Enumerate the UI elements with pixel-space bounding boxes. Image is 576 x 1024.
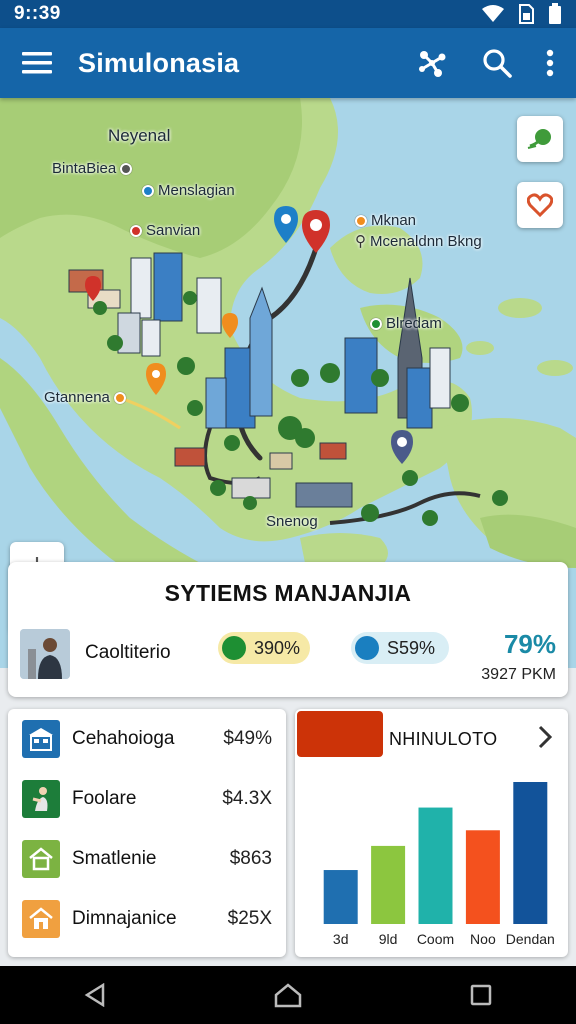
house-icon <box>22 900 60 938</box>
location-dot-icon <box>120 162 133 175</box>
map-label-bintabiea-text: BintaBiea <box>52 160 117 177</box>
app-bar: Simulonasia <box>0 28 576 98</box>
big-percent: 79% <box>503 629 556 659</box>
list-item[interactable]: Cehahoioga $49% <box>8 709 286 769</box>
distance-value: 3927 PKM <box>481 666 556 683</box>
home-icon <box>22 840 60 878</box>
person-photo-icon <box>20 629 70 679</box>
system-icons <box>482 3 562 25</box>
list-item-value: $4.3X <box>222 788 272 809</box>
map-label-gtannena[interactable]: Gtannena <box>44 389 126 406</box>
system-nav-bar <box>0 966 576 1024</box>
stat-pill-green[interactable]: 390% <box>218 632 310 664</box>
location-dot-icon <box>130 224 142 237</box>
home-nav-icon[interactable] <box>274 982 302 1008</box>
location-dot-icon <box>113 391 126 404</box>
blue-dot-icon <box>355 636 379 660</box>
list-item-label: Smatlenie <box>72 848 157 869</box>
pin-icon: ⚲ <box>355 233 366 250</box>
x-tick-label: Noo <box>470 931 496 947</box>
map-layer-button[interactable] <box>517 116 563 162</box>
stat-pill-green-value: 390% <box>253 637 300 658</box>
green-dot-icon <box>222 636 246 660</box>
map-label-mknan-text: Mknan <box>371 212 417 229</box>
chat-leaf-icon <box>527 129 551 149</box>
building-icon <box>22 720 60 758</box>
status-bar: 9::39 <box>0 0 576 28</box>
bar-noo[interactable] <box>465 830 500 924</box>
location-dot-icon <box>370 317 382 330</box>
chart-title: NHINULOTO <box>389 729 498 749</box>
avatar <box>20 629 70 679</box>
list-item[interactable]: Foolare $4.3X <box>8 769 286 829</box>
list-item-label: Dimnajanice <box>72 908 177 929</box>
summary-title: SYTIEMS MANJANJIA <box>164 580 412 606</box>
list-item-value: $49% <box>223 728 272 749</box>
x-tick-label: Dendan <box>506 931 555 947</box>
map-label-sanvian-text: Sanvian <box>146 222 201 239</box>
battery-icon <box>548 3 562 25</box>
menu-icon[interactable] <box>22 51 52 75</box>
app-title: Simulonasia <box>78 47 240 78</box>
map-label-blredam-text: Blredam <box>386 315 442 332</box>
x-tick-label: 3d <box>333 931 349 947</box>
bar-dendan[interactable] <box>513 782 548 924</box>
map-label-blredam[interactable]: Blredam <box>370 315 442 332</box>
chevron-right-icon[interactable] <box>538 725 553 754</box>
status-time: 9::39 <box>14 3 61 24</box>
list-item[interactable]: Smatlenie $863 <box>8 829 286 889</box>
list-item-value: $863 <box>229 848 272 869</box>
summary-card[interactable]: SYTIEMS MANJANJIA Caoltiterio 390% S59% … <box>8 562 568 697</box>
x-tick-label: Coom <box>417 931 454 947</box>
map-label-mcenaldnn[interactable]: ⚲ Mcenaldnn Bkng <box>355 232 482 251</box>
list-item-label: Cehahoioga <box>72 728 175 749</box>
favorite-button[interactable] <box>517 182 563 228</box>
map-label-sanvian[interactable]: Sanvian <box>130 222 200 239</box>
back-icon[interactable] <box>84 983 106 1007</box>
map-label-menslagian-text: Menslagian <box>158 182 235 199</box>
network-icon[interactable] <box>416 47 448 79</box>
location-dot-icon <box>355 214 367 227</box>
list-item[interactable]: Dimnajanice $25X <box>8 889 286 949</box>
bar-chart: 3d 9ld Coom Noo Dendan <box>323 782 555 947</box>
map-label-snenog[interactable]: Snenog <box>266 513 318 530</box>
map-label-neyenal[interactable]: Neyenal <box>108 126 170 146</box>
stat-pill-blue[interactable]: S59% <box>351 632 449 664</box>
map-label-mknan[interactable]: Mknan <box>355 212 416 229</box>
more-vert-icon[interactable] <box>546 49 554 77</box>
map-label-gtannena-text: Gtannena <box>44 389 110 406</box>
map-label-mcenaldnn-text: Mcenaldnn Bkng <box>370 232 482 250</box>
search-icon[interactable] <box>482 48 512 78</box>
x-tick-label: 9ld <box>379 931 398 947</box>
list-item-label: Foolare <box>72 788 137 809</box>
bar-coom[interactable] <box>418 807 453 924</box>
heart-icon <box>527 193 553 217</box>
map-label-menslagian[interactable]: Menslagian <box>142 182 235 199</box>
recents-icon[interactable] <box>470 984 492 1006</box>
list-item-value: $25X <box>227 908 272 929</box>
person-icon <box>22 780 60 818</box>
stats-list-card: Cehahoioga $49% Foolare $4.3X Smatlenie … <box>8 709 286 957</box>
chart-color-tag <box>297 711 383 757</box>
chart-card[interactable]: NHINULOTO 3d 9ld Coom Noo Dendan <box>295 709 568 957</box>
person-name: Caoltiterio <box>85 642 171 663</box>
map-label-bintabiea[interactable]: BintaBiea <box>52 160 133 177</box>
stat-pill-blue-value: S59% <box>387 637 436 658</box>
location-dot-icon <box>142 184 154 197</box>
sim-icon <box>518 4 534 24</box>
bar-3d[interactable] <box>323 870 358 924</box>
wifi-icon <box>482 5 504 23</box>
bar-9ld[interactable] <box>371 845 406 924</box>
